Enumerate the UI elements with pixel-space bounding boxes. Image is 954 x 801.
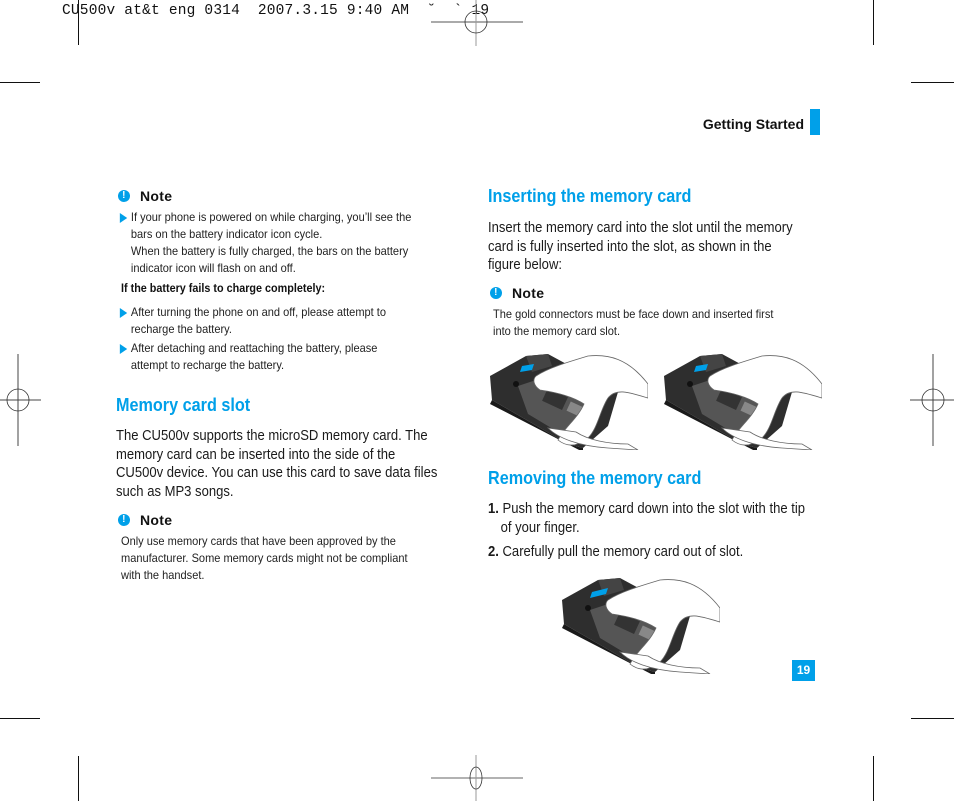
step-item: 1. Push the memory card down into the sl… (488, 500, 830, 538)
note-title: Note (140, 188, 173, 204)
page-number: 19 (792, 660, 815, 681)
text-line: manufacturer. Some memory cards might no… (121, 551, 408, 565)
bullet-triangle-icon (119, 213, 128, 223)
note-heading: ! Note (118, 512, 458, 528)
crop-mark (911, 718, 954, 719)
text-line: recharge the battery. (130, 322, 232, 336)
text-line: bars on the battery indicator icon cycle… (130, 227, 323, 241)
text-line: The gold connectors must be face down an… (493, 307, 774, 321)
bullet-triangle-icon (119, 308, 128, 318)
note-heading: ! Note (490, 285, 830, 301)
text-line: After detaching and reattaching the batt… (130, 341, 378, 355)
crop-mark (0, 82, 40, 83)
text-line: Carefully pull the memory card out of sl… (502, 544, 744, 560)
crop-mark (873, 756, 874, 801)
removing-steps: 1. Push the memory card down into the sl… (488, 500, 868, 562)
text-line: Insert the memory card into the slot unt… (488, 220, 793, 236)
exclamation-circle-icon: ! (490, 287, 502, 299)
inserting-body: Insert the memory card into the slot unt… (488, 219, 821, 275)
step-item: 2. Carefully pull the memory card out of… (488, 543, 830, 562)
heading-inserting-memory-card: Inserting the memory card (488, 186, 692, 206)
memory-card-slot-body: The CU500v supports the microSD memory c… (116, 427, 449, 501)
text-line: attempt to recharge the battery. (130, 358, 285, 372)
crop-mark (0, 718, 40, 719)
note-text: Only use memory cards that have been app… (121, 533, 452, 584)
text-line: When the battery is fully charged, the b… (130, 244, 409, 258)
heading-memory-card-slot: Memory card slot (116, 395, 251, 415)
note-gold-connectors: ! Note The gold connectors must be face … (490, 285, 830, 340)
registration-target-icon (431, 0, 523, 46)
text-line: If your phone is powered on while chargi… (130, 210, 412, 224)
section-header: Getting Started (702, 116, 804, 132)
text-line: such as MP3 songs. (116, 483, 234, 500)
note-heading: ! Note (118, 188, 458, 204)
note-bullet: If your phone is powered on while chargi… (118, 209, 462, 277)
section-tab-marker (810, 109, 820, 135)
registration-target-icon (431, 755, 523, 801)
crop-mark (78, 0, 79, 45)
note-title: Note (512, 285, 545, 301)
exclamation-circle-icon: ! (118, 190, 130, 202)
note-title: Note (140, 512, 173, 528)
text-line: figure below: (488, 257, 562, 273)
crop-mark (873, 0, 874, 45)
note-approved-cards: ! Note Only use memory cards that have b… (118, 512, 458, 584)
heading-removing-memory-card: Removing the memory card (488, 468, 702, 488)
note-bullet: After detaching and reattaching the batt… (118, 340, 462, 374)
exclamation-circle-icon: ! (118, 514, 130, 526)
phone-insert-card-illustration (664, 354, 822, 450)
phone-insert-card-illustration (490, 354, 648, 450)
registration-target-icon (910, 354, 954, 446)
text-line: CU500v device. You can use this card to … (116, 465, 438, 481)
text-line: After turning the phone on and off, plea… (130, 305, 387, 319)
crop-mark (78, 756, 79, 801)
step-number: 1. (488, 501, 499, 517)
text-line: The CU500v supports the microSD memory c… (116, 428, 428, 444)
text-line: indicator icon will flash on and off. (130, 261, 296, 275)
note-charging: ! Note If your phone is powered on while… (118, 188, 458, 374)
note-text: The gold connectors must be face down an… (493, 306, 824, 340)
battery-subheading: If the battery fails to charge completel… (121, 281, 326, 295)
text-line: with the handset. (121, 568, 205, 582)
registration-target-icon (0, 354, 41, 446)
text-line: into the memory card slot. (493, 324, 621, 338)
print-slug: CU500v at&t eng 0314 2007.3.15 9:40 AM ˘… (62, 3, 490, 19)
text-line: of your finger. (500, 520, 580, 536)
step-number: 2. (488, 544, 499, 560)
text-line: Only use memory cards that have been app… (121, 534, 396, 548)
text-line: memory card can be inserted into the sid… (116, 446, 396, 463)
text-line: Push the memory card down into the slot … (502, 501, 805, 517)
crop-mark (911, 82, 954, 83)
phone-remove-card-illustration (562, 578, 720, 674)
bullet-triangle-icon (119, 344, 128, 354)
note-bullet: After turning the phone on and off, plea… (118, 304, 462, 338)
text-line: card is fully inserted into the slot, as… (488, 238, 772, 255)
